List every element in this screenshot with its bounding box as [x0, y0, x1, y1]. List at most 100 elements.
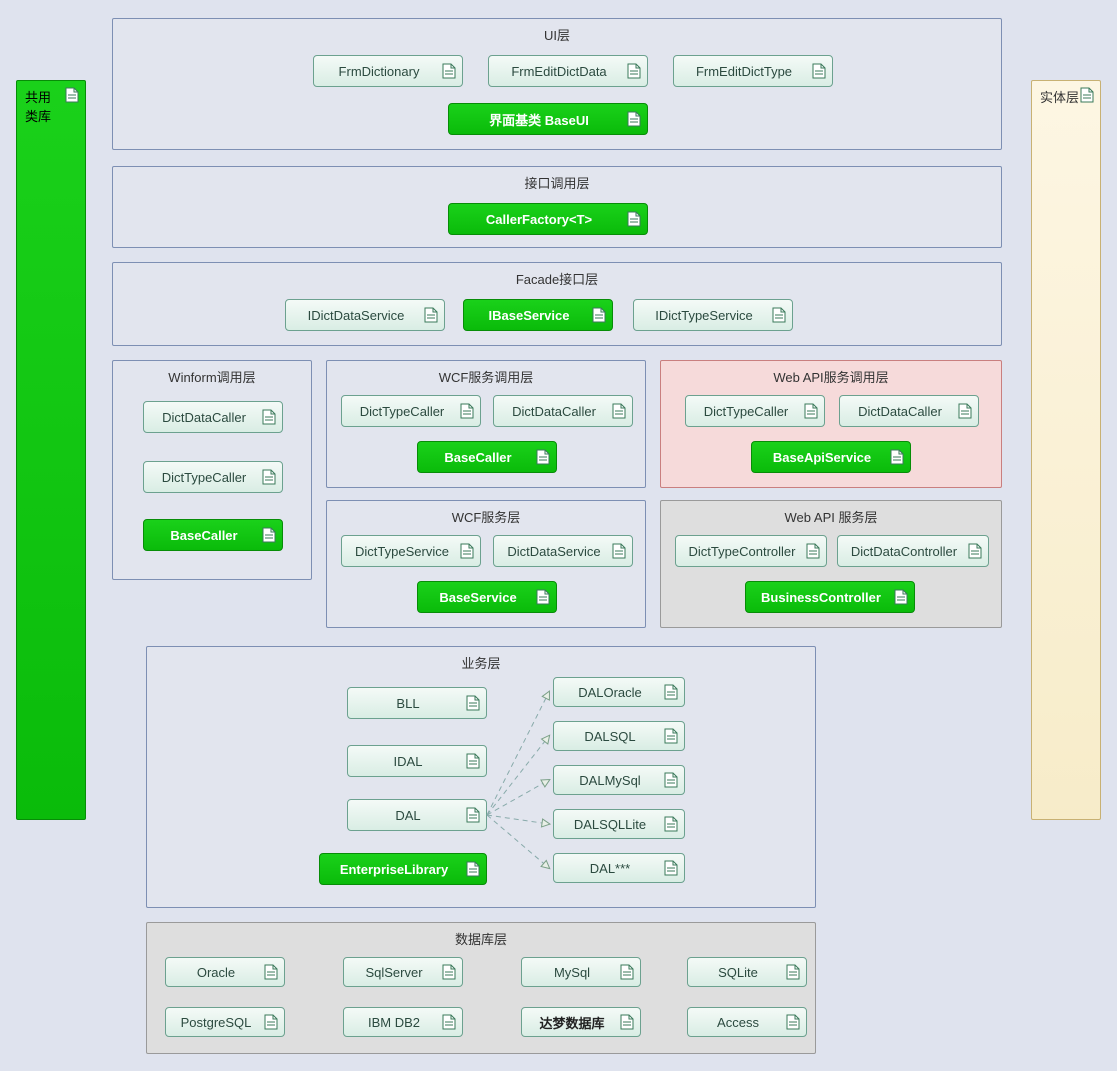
document-icon: [890, 449, 904, 465]
box-winform-dict-type-caller: DictTypeCaller: [143, 461, 283, 493]
document-icon: [536, 589, 550, 605]
box-dict-type-controller: DictTypeController: [675, 535, 827, 567]
layer-webapi-service: Web API 服务层 DictTypeController DictDataC…: [660, 500, 1002, 628]
document-icon: [592, 307, 606, 323]
box-sqlite: SQLite: [687, 957, 807, 987]
box-dict-data-controller: DictDataController: [837, 535, 989, 567]
document-icon: [806, 543, 820, 559]
document-icon: [786, 1014, 800, 1030]
layer-winform-caller-title: Winform调用层: [113, 361, 311, 388]
box-dal-mysql: DALMySql: [553, 765, 685, 795]
layer-facade: Facade接口层 IDictDataService IBaseService …: [112, 262, 1002, 346]
layer-winform-caller: Winform调用层 DictDataCaller DictTypeCaller…: [112, 360, 312, 580]
box-enterprise-library: EnterpriseLibrary: [319, 853, 487, 885]
document-icon: [264, 964, 278, 980]
box-sqlserver: SqlServer: [343, 957, 463, 987]
document-icon: [460, 543, 474, 559]
document-icon: [627, 63, 641, 79]
document-icon: [1080, 87, 1094, 103]
box-wcf-dict-type-caller: DictTypeCaller: [341, 395, 481, 427]
box-idal: IDAL: [347, 745, 487, 777]
layer-wcf-caller: WCF服务调用层 DictTypeCaller DictDataCaller B…: [326, 360, 646, 488]
layer-facade-title: Facade接口层: [113, 263, 1001, 290]
document-icon: [627, 211, 641, 227]
document-icon: [958, 403, 972, 419]
box-base-api-service: BaseApiService: [751, 441, 911, 473]
layer-webapi-caller: Web API服务调用层 DictTypeCaller DictDataCall…: [660, 360, 1002, 488]
document-icon: [264, 1014, 278, 1030]
document-icon: [968, 543, 982, 559]
document-icon: [536, 449, 550, 465]
layer-ui-title: UI层: [113, 19, 1001, 46]
layer-webapi-service-title: Web API 服务层: [661, 501, 1001, 528]
document-icon: [460, 403, 474, 419]
box-mysql: MySql: [521, 957, 641, 987]
layer-webapi-caller-title: Web API服务调用层: [661, 361, 1001, 388]
box-oracle: Oracle: [165, 957, 285, 987]
box-idict-type-service: IDictTypeService: [633, 299, 793, 331]
document-icon: [466, 861, 480, 877]
box-winform-base-caller: BaseCaller: [143, 519, 283, 551]
box-base-service: BaseService: [417, 581, 557, 613]
document-icon: [786, 964, 800, 980]
box-frm-dictionary: FrmDictionary: [313, 55, 463, 87]
box-dameng: 达梦数据库: [521, 1007, 641, 1037]
document-icon: [620, 1014, 634, 1030]
document-icon: [894, 589, 908, 605]
document-icon: [804, 403, 818, 419]
box-dal-oracle: DALOracle: [553, 677, 685, 707]
layer-business: 业务层 BLL IDAL DAL EnterpriseLibrary DALOr…: [146, 646, 816, 908]
layer-ui: UI层 FrmDictionary FrmEditDictData FrmEdi…: [112, 18, 1002, 150]
box-dal-sql: DALSQL: [553, 721, 685, 751]
box-wcf-base-caller: BaseCaller: [417, 441, 557, 473]
box-wcf-dict-data-caller: DictDataCaller: [493, 395, 633, 427]
box-webapi-dict-type-caller: DictTypeCaller: [685, 395, 825, 427]
document-icon: [627, 111, 641, 127]
document-icon: [466, 807, 480, 823]
document-icon: [620, 964, 634, 980]
layer-caller-title: 接口调用层: [113, 167, 1001, 194]
box-dal: DAL: [347, 799, 487, 831]
box-access: Access: [687, 1007, 807, 1037]
document-icon: [466, 753, 480, 769]
document-icon: [664, 684, 678, 700]
document-icon: [772, 307, 786, 323]
document-icon: [664, 728, 678, 744]
layer-wcf-service: WCF服务层 DictTypeService DictDataService B…: [326, 500, 646, 628]
box-caller-factory: CallerFactory<T>: [448, 203, 648, 235]
box-ibase-service: IBaseService: [463, 299, 613, 331]
box-dal-sqlite: DALSQLLite: [553, 809, 685, 839]
document-icon: [442, 63, 456, 79]
box-frm-edit-dict-type: FrmEditDictType: [673, 55, 833, 87]
document-icon: [424, 307, 438, 323]
layer-business-title: 业务层: [147, 647, 815, 674]
layer-caller: 接口调用层 CallerFactory<T>: [112, 166, 1002, 248]
box-idict-data-service: IDictDataService: [285, 299, 445, 331]
box-base-ui: 界面基类 BaseUI: [448, 103, 648, 135]
box-winform-dict-data-caller: DictDataCaller: [143, 401, 283, 433]
layer-wcf-service-title: WCF服务层: [327, 501, 645, 528]
document-icon: [262, 469, 276, 485]
layer-db-title: 数据库层: [147, 923, 815, 950]
box-webapi-dict-data-caller: DictDataCaller: [839, 395, 979, 427]
box-dict-data-service: DictDataService: [493, 535, 633, 567]
box-business-controller: BusinessController: [745, 581, 915, 613]
document-icon: [664, 816, 678, 832]
sidebar-entity-layer: 实体层: [1031, 80, 1101, 820]
box-bll: BLL: [347, 687, 487, 719]
layer-wcf-caller-title: WCF服务调用层: [327, 361, 645, 388]
diagram-canvas: 共用 类库 实体层 UI层 FrmDictionary FrmEditDictD…: [10, 10, 1107, 1061]
document-icon: [812, 63, 826, 79]
layer-db: 数据库层 Oracle SqlServer MySql SQLite Postg…: [146, 922, 816, 1054]
document-icon: [466, 695, 480, 711]
document-icon: [65, 87, 79, 103]
box-ibm-db2: IBM DB2: [343, 1007, 463, 1037]
document-icon: [664, 860, 678, 876]
document-icon: [262, 527, 276, 543]
box-postgresql: PostgreSQL: [165, 1007, 285, 1037]
box-dict-type-service: DictTypeService: [341, 535, 481, 567]
box-dal-other: DAL***: [553, 853, 685, 883]
document-icon: [664, 772, 678, 788]
document-icon: [442, 964, 456, 980]
document-icon: [442, 1014, 456, 1030]
